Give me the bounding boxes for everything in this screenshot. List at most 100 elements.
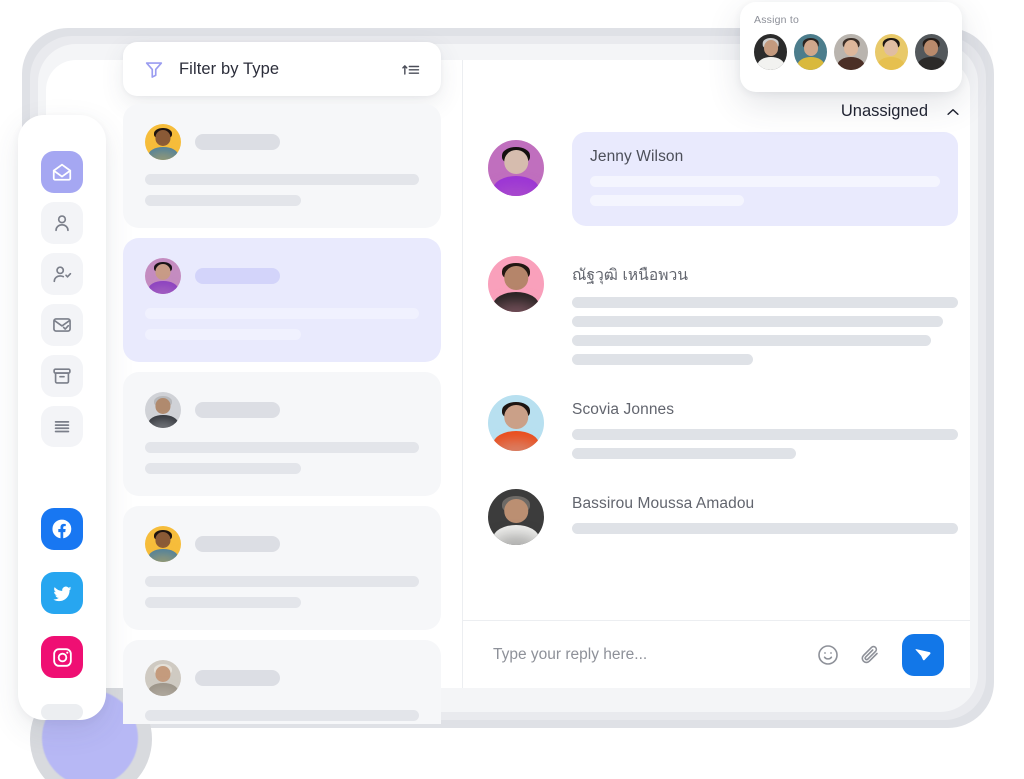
message-skeleton-line	[572, 297, 958, 308]
instagram-icon	[52, 647, 72, 667]
message-row: ณัฐวุฒิ เหนือพวน	[488, 256, 958, 365]
conversation-list[interactable]	[123, 104, 441, 724]
filter-header-card: Filter by Type	[123, 42, 441, 96]
text-skeleton-line	[145, 442, 419, 453]
list-item-header	[145, 392, 419, 428]
sidebar-social-facebook[interactable]	[41, 508, 83, 551]
person-check-icon	[53, 266, 72, 282]
sidebar-item-inbox[interactable]	[41, 151, 83, 193]
message-sender-name: Jenny Wilson	[590, 148, 684, 165]
reply-bar	[463, 620, 970, 688]
sidebar-item-all-messages[interactable]	[41, 405, 83, 448]
assign-avatar[interactable]	[834, 34, 868, 70]
message-skeleton-line	[572, 523, 958, 534]
facebook-icon	[52, 519, 72, 539]
avatar	[488, 140, 544, 196]
assign-avatar-row	[754, 34, 949, 70]
unassigned-label: Unassigned	[840, 102, 928, 120]
avatar	[488, 489, 544, 545]
text-skeleton-line	[145, 195, 302, 206]
message-sender-name: Bassirou Moussa Amadou	[572, 495, 755, 512]
list-item[interactable]	[123, 104, 441, 228]
message-bubble: Jenny Wilson	[572, 132, 958, 226]
message-skeleton-line	[572, 448, 796, 459]
paperclip-icon	[861, 645, 878, 663]
message-skeleton-line	[572, 429, 958, 440]
name-skeleton	[195, 268, 280, 284]
avatar	[145, 660, 181, 696]
name-skeleton	[195, 402, 280, 418]
archive-icon	[53, 367, 71, 384]
name-skeleton	[195, 670, 280, 686]
message-bubble: ณัฐวุฒิ เหนือพวน	[572, 256, 958, 365]
filter-title: Filter by Type	[179, 59, 280, 78]
assign-avatar[interactable]	[874, 34, 908, 70]
text-skeleton-line	[145, 174, 419, 185]
sidebar-item-resolved[interactable]	[41, 303, 83, 346]
assign-popup: Assign to	[740, 2, 962, 92]
attach-button[interactable]	[858, 643, 882, 667]
list-item[interactable]	[123, 372, 441, 496]
avatar	[145, 124, 181, 160]
message-sender-name: Scovia Jonnes	[572, 401, 675, 418]
text-skeleton-line	[145, 329, 302, 340]
message-skeleton-line	[572, 335, 931, 346]
message-bubble: Bassirou Moussa Amadou	[572, 489, 958, 545]
emoji-button[interactable]	[816, 643, 840, 667]
assign-avatar[interactable]	[794, 34, 828, 70]
sidebar-social-twitter[interactable]	[41, 572, 83, 615]
text-skeleton-line	[145, 597, 302, 608]
send-button[interactable]	[902, 633, 944, 676]
list-lines-icon	[54, 421, 70, 433]
avatar	[145, 258, 181, 294]
open-envelope-icon	[52, 163, 72, 181]
sidebar-rail	[18, 115, 106, 721]
list-item-header	[145, 124, 419, 160]
list-item[interactable]	[123, 640, 441, 724]
list-item-header	[145, 526, 419, 562]
sort-ascending-icon[interactable]	[401, 59, 421, 79]
sidebar-social-instagram[interactable]	[41, 636, 83, 679]
assign-popup-title: Assign to	[754, 14, 799, 26]
screenshot-root: Filter by Type Unassigned Jenny Wilson ณ…	[0, 0, 1024, 779]
avatar	[488, 256, 544, 312]
assign-avatar[interactable]	[914, 34, 949, 70]
avatar	[145, 526, 181, 562]
sidebar-item-assigned[interactable]	[41, 252, 83, 295]
panel-divider	[462, 60, 463, 688]
funnel-icon[interactable]	[143, 58, 165, 80]
message-sender-name: ณัฐวุฒิ เหนือพวน	[572, 267, 689, 284]
smiley-icon	[818, 644, 838, 665]
sidebar-item-contacts[interactable]	[41, 201, 83, 244]
list-item[interactable]	[123, 238, 441, 362]
assign-avatar[interactable]	[754, 34, 788, 70]
text-skeleton-line	[145, 710, 419, 721]
twitter-icon	[52, 586, 71, 601]
list-item-header	[145, 258, 419, 294]
message-skeleton-line	[590, 195, 744, 206]
name-skeleton	[195, 134, 280, 150]
sidebar-item-archive[interactable]	[41, 354, 83, 397]
message-skeleton-line	[572, 316, 943, 327]
name-skeleton	[195, 536, 280, 552]
message-row: Scovia Jonnes	[488, 395, 958, 459]
list-item[interactable]	[123, 506, 441, 630]
text-skeleton-line	[145, 576, 419, 587]
message-row: Jenny Wilson	[488, 132, 958, 226]
unassigned-dropdown[interactable]: Unassigned	[841, 102, 962, 121]
message-thread: Jenny Wilson ณัฐวุฒิ เหนือพวน Scovia Jon…	[488, 132, 958, 575]
message-skeleton-line	[590, 176, 940, 187]
text-skeleton-line	[145, 308, 419, 319]
message-skeleton-line	[572, 354, 754, 365]
send-icon	[915, 648, 931, 660]
avatar	[145, 392, 181, 428]
text-skeleton-line	[145, 463, 302, 474]
chevron-up-icon	[947, 108, 959, 115]
envelope-check-icon	[53, 317, 71, 332]
message-row: Bassirou Moussa Amadou	[488, 489, 958, 545]
reply-input[interactable]	[493, 645, 798, 664]
person-icon	[55, 215, 69, 232]
message-bubble: Scovia Jonnes	[572, 395, 958, 459]
list-item-header	[145, 660, 419, 696]
avatar	[488, 395, 544, 451]
